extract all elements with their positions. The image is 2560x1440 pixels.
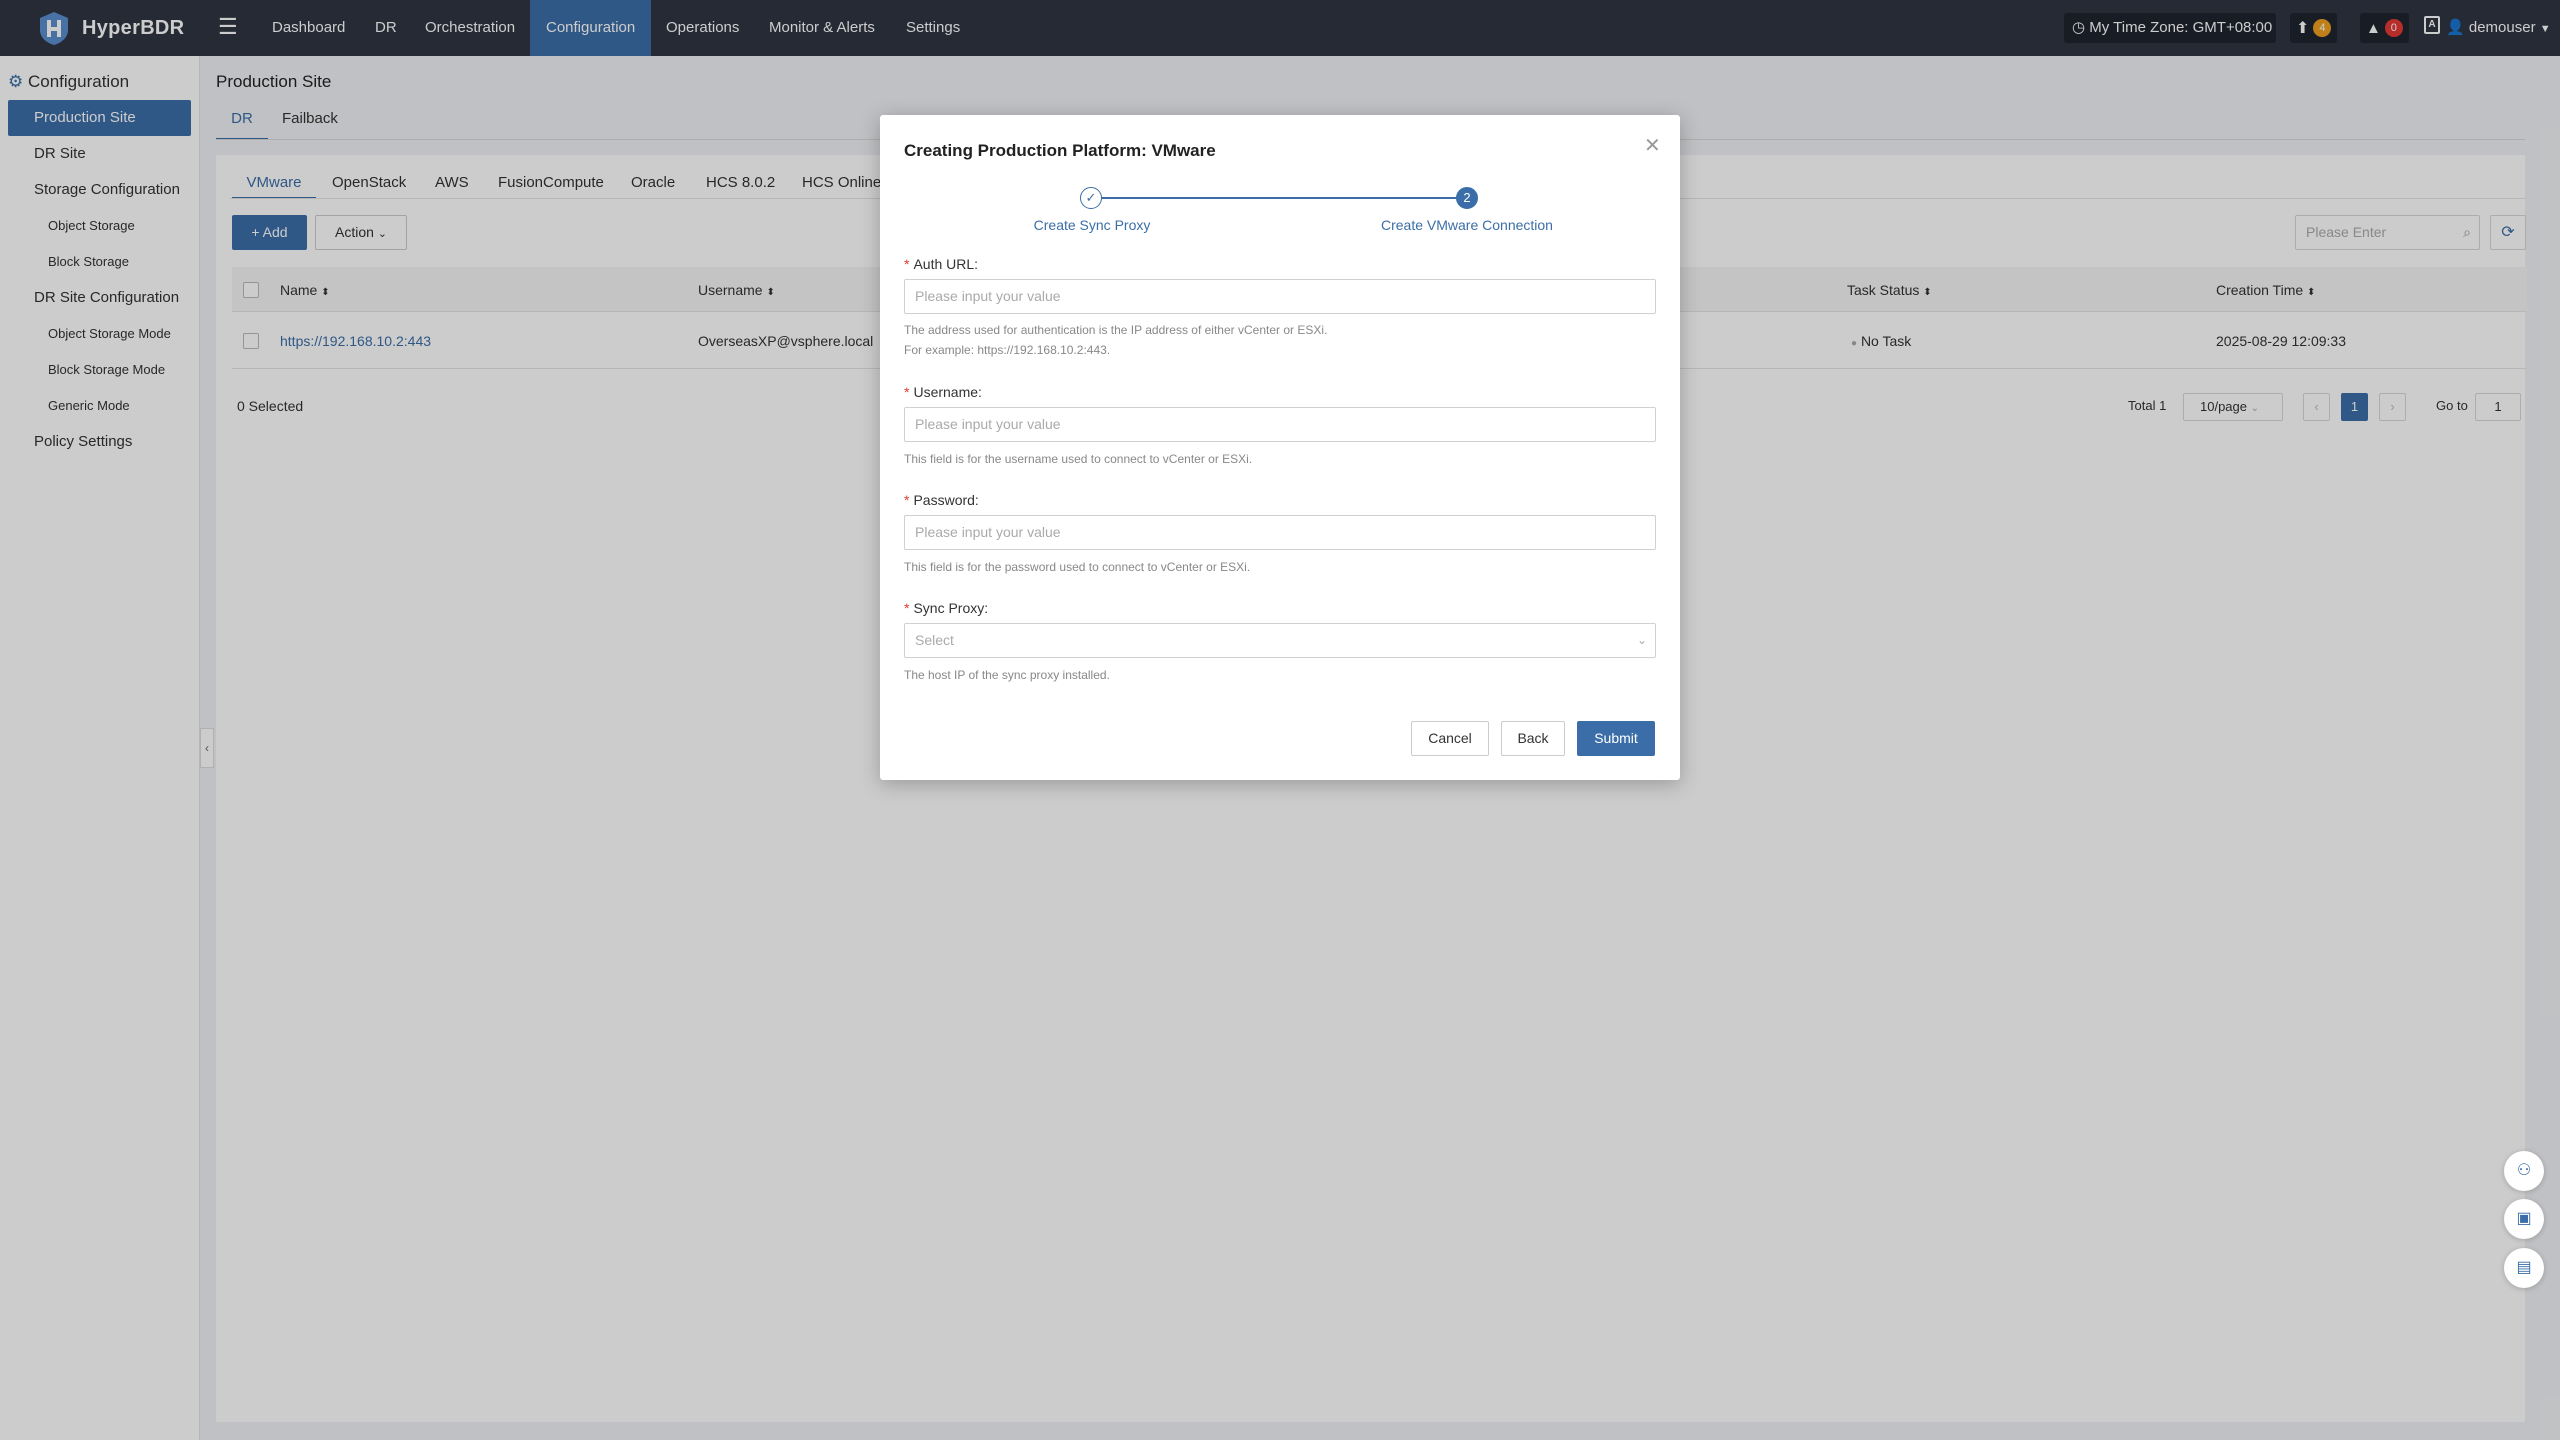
required-mark: *	[904, 256, 910, 272]
sync-proxy-select[interactable]: Select ⌄	[904, 623, 1656, 658]
username-label: * Username:	[904, 384, 982, 400]
auth-url-input[interactable]: Please input your value	[904, 279, 1656, 314]
submit-button[interactable]: Submit	[1577, 721, 1655, 756]
password-placeholder: Please input your value	[915, 524, 1061, 540]
auth-url-label-text: Auth URL:	[913, 256, 979, 272]
step-2-indicator: 2	[1456, 187, 1478, 209]
clipboard-icon[interactable]: ▤	[2504, 1248, 2544, 1288]
sync-proxy-label-text: Sync Proxy:	[913, 600, 989, 616]
auth-url-example: For example: https://192.168.10.2:443.	[904, 343, 1111, 357]
auth-url-hint: The address used for authentication is t…	[904, 323, 1328, 337]
username-placeholder: Please input your value	[915, 416, 1061, 432]
required-mark: *	[904, 384, 910, 400]
sync-proxy-label: * Sync Proxy:	[904, 600, 988, 616]
chevron-down-icon: ⌄	[1636, 633, 1647, 647]
sync-proxy-hint: The host IP of the sync proxy installed.	[904, 668, 1110, 682]
assistant-icon[interactable]: ⚇	[2504, 1151, 2544, 1191]
auth-url-placeholder: Please input your value	[915, 288, 1061, 304]
password-input[interactable]: Please input your value	[904, 515, 1656, 550]
auth-url-label: * Auth URL:	[904, 256, 978, 272]
step-1-label: Create Sync Proxy	[1033, 217, 1151, 233]
required-mark: *	[904, 492, 910, 508]
sync-proxy-placeholder: Select	[915, 632, 954, 648]
password-label-text: Password:	[913, 492, 979, 508]
book-icon[interactable]: ▣	[2504, 1199, 2544, 1239]
step-connector	[1091, 197, 1466, 199]
modal-title: Creating Production Platform: VMware	[904, 141, 1216, 160]
step-2-label: Create VMware Connection	[1381, 217, 1553, 233]
cancel-button[interactable]: Cancel	[1411, 721, 1489, 756]
password-hint: This field is for the password used to c…	[904, 560, 1251, 574]
create-platform-modal: Creating Production Platform: VMware ✕ ✓…	[880, 115, 1680, 780]
username-hint: This field is for the username used to c…	[904, 452, 1253, 466]
back-button[interactable]: Back	[1501, 721, 1565, 756]
password-label: * Password:	[904, 492, 979, 508]
check-icon: ✓	[1080, 187, 1102, 209]
username-label-text: Username:	[913, 384, 982, 400]
required-mark: *	[904, 600, 910, 616]
close-icon[interactable]: ✕	[1644, 133, 1661, 158]
username-input[interactable]: Please input your value	[904, 407, 1656, 442]
